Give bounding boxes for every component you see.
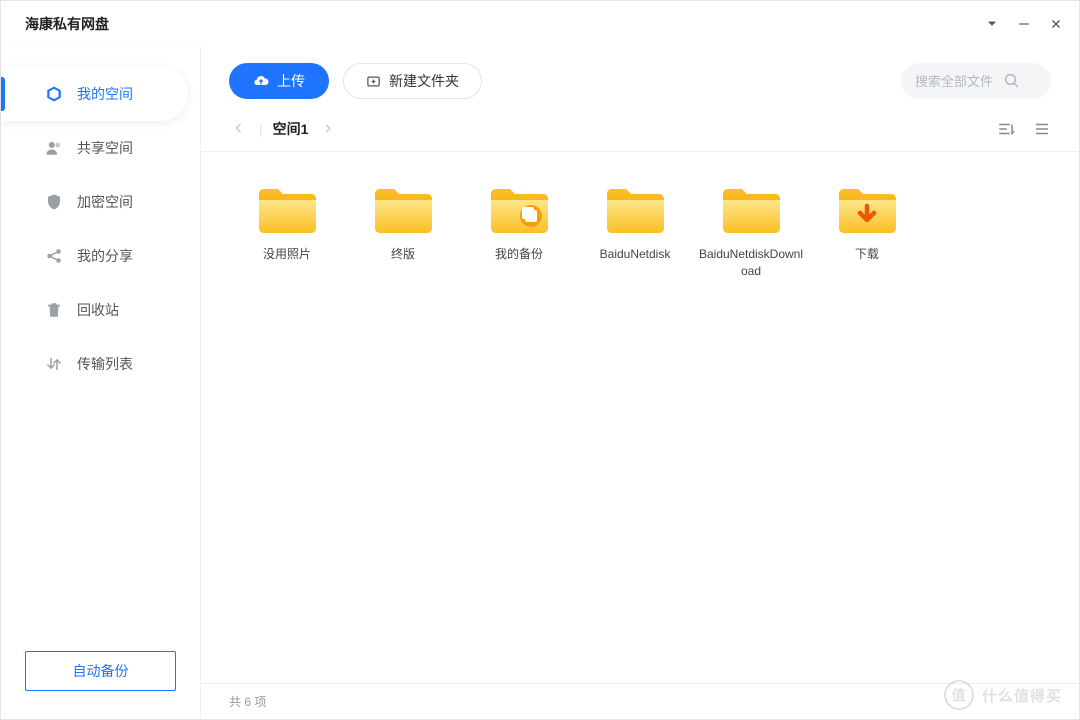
new-folder-button[interactable]: 新建文件夹 [343,63,482,99]
folder-icon [487,182,551,236]
folder-label: 我的备份 [495,246,543,263]
folder-label: 没用照片 [263,246,311,263]
folder-label: 终版 [391,246,415,263]
search-input[interactable] [915,74,995,89]
sidebar: 我的空间 共享空间 加密空间 我的分享 回收站 [1,47,201,719]
folder-icon [719,182,783,236]
minimize-icon[interactable] [1017,17,1031,31]
breadcrumb-separator: | [259,121,263,137]
app-title: 海康私有网盘 [25,14,109,34]
sidebar-item-label: 加密空间 [77,192,133,212]
new-folder-label: 新建文件夹 [389,71,459,91]
shield-icon [45,193,63,211]
folder-label: BaiduNetdiskDownload [697,246,805,280]
auto-backup-button[interactable]: 自动备份 [25,651,176,691]
breadcrumb: | 空间1 [201,111,1079,152]
close-icon[interactable] [1049,17,1063,31]
breadcrumb-current[interactable]: 空间1 [273,119,309,139]
folder-label: BaiduNetdisk [600,246,671,263]
folder-item[interactable]: BaiduNetdiskDownload [693,172,809,290]
folder-item[interactable]: 我的备份 [461,172,577,290]
view-list-icon[interactable] [1033,120,1051,138]
main-panel: 上传 新建文件夹 | 空间1 [201,47,1079,719]
sidebar-item-transfer-list[interactable]: 传输列表 [1,337,188,391]
new-folder-icon [366,74,381,89]
home-icon [45,85,63,103]
folder-label: 下载 [855,246,879,263]
breadcrumb-expand-icon[interactable] [318,117,337,141]
sidebar-item-label: 回收站 [77,300,119,320]
sidebar-item-recycle-bin[interactable]: 回收站 [1,283,188,337]
toolbar: 上传 新建文件夹 [201,47,1079,111]
sidebar-item-encrypted-space[interactable]: 加密空间 [1,175,188,229]
titlebar: 海康私有网盘 [1,1,1079,47]
folder-icon [603,182,667,236]
sidebar-item-label: 我的空间 [77,84,133,104]
dropdown-icon[interactable] [985,17,999,31]
people-icon [45,139,63,157]
upload-button[interactable]: 上传 [229,63,329,99]
sidebar-item-label: 传输列表 [77,354,133,374]
item-count: 共 6 项 [229,693,266,710]
cloud-upload-icon [253,73,269,89]
sidebar-nav: 我的空间 共享空间 加密空间 我的分享 回收站 [1,67,200,651]
sidebar-item-label: 共享空间 [77,138,133,158]
folder-item[interactable]: BaiduNetdisk [577,172,693,290]
sidebar-item-my-space[interactable]: 我的空间 [1,67,188,121]
folder-item[interactable]: 下载 [809,172,925,290]
nav-back-button[interactable] [229,117,249,141]
folder-item[interactable]: 终版 [345,172,461,290]
sort-icon[interactable] [997,120,1015,138]
folder-icon [255,182,319,236]
trash-icon [45,301,63,319]
search-icon [1003,72,1021,90]
folder-item[interactable]: 没用照片 [229,172,345,290]
sidebar-item-my-shares[interactable]: 我的分享 [1,229,188,283]
folder-icon [835,182,899,236]
transfer-icon [45,355,63,373]
statusbar: 共 6 项 [201,683,1079,719]
upload-label: 上传 [277,71,305,91]
folder-icon [371,182,435,236]
share-icon [45,247,63,265]
sidebar-item-label: 我的分享 [77,246,133,266]
folder-grid: 没用照片 终版 我的备份 BaiduNetdisk BaiduNetdiskDo… [201,152,1079,683]
search-box[interactable] [901,63,1051,99]
sidebar-item-shared-space[interactable]: 共享空间 [1,121,188,175]
window-controls [985,17,1063,31]
